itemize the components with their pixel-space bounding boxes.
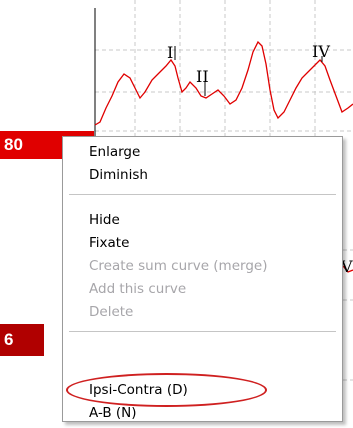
menu-separator <box>69 331 336 332</box>
menu-item-diminish[interactable]: Diminish <box>89 164 148 186</box>
menu-item-fixate[interactable]: Fixate <box>89 232 129 254</box>
peak-label-i: I <box>167 43 173 62</box>
menu-item-a-b[interactable]: A-B (N) <box>89 402 137 424</box>
menu-separator <box>69 194 336 195</box>
level-badge-80-label: 80 <box>4 135 23 154</box>
peak-label-iv: IV <box>312 42 330 61</box>
menu-item-delete: Delete <box>89 304 134 320</box>
menu-item-enlarge[interactable]: Enlarge <box>89 141 140 163</box>
level-badge-60-label: 6 <box>4 330 14 349</box>
menu-item-create-sum-curve: Create sum curve (merge) <box>89 258 268 274</box>
menu-item-hide[interactable]: Hide <box>89 209 120 231</box>
menu-item-add-this-curve: Add this curve <box>89 281 187 297</box>
context-menu: Enlarge Diminish Hide Fixate Create sum … <box>62 136 343 422</box>
level-badge-60[interactable]: 6 <box>0 324 44 356</box>
menu-item-ipsi-contra[interactable]: Ipsi-Contra (D) <box>89 379 188 401</box>
peak-label-ii: II <box>196 67 209 86</box>
